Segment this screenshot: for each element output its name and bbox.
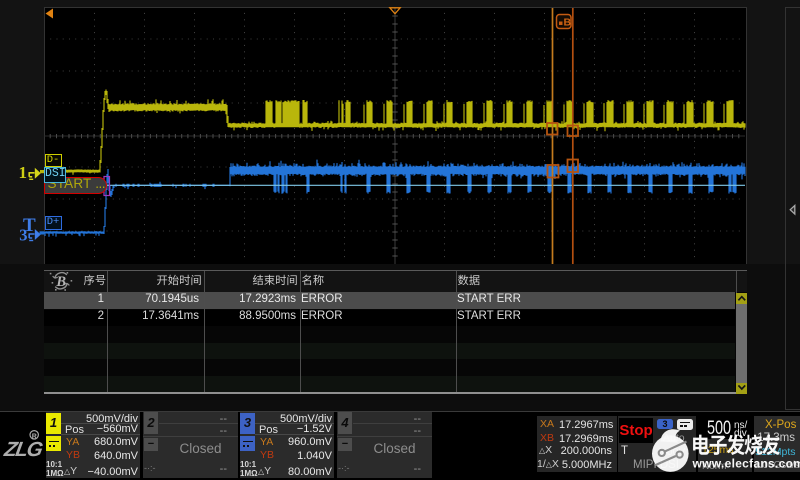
svg-text:B: B [564, 17, 572, 29]
